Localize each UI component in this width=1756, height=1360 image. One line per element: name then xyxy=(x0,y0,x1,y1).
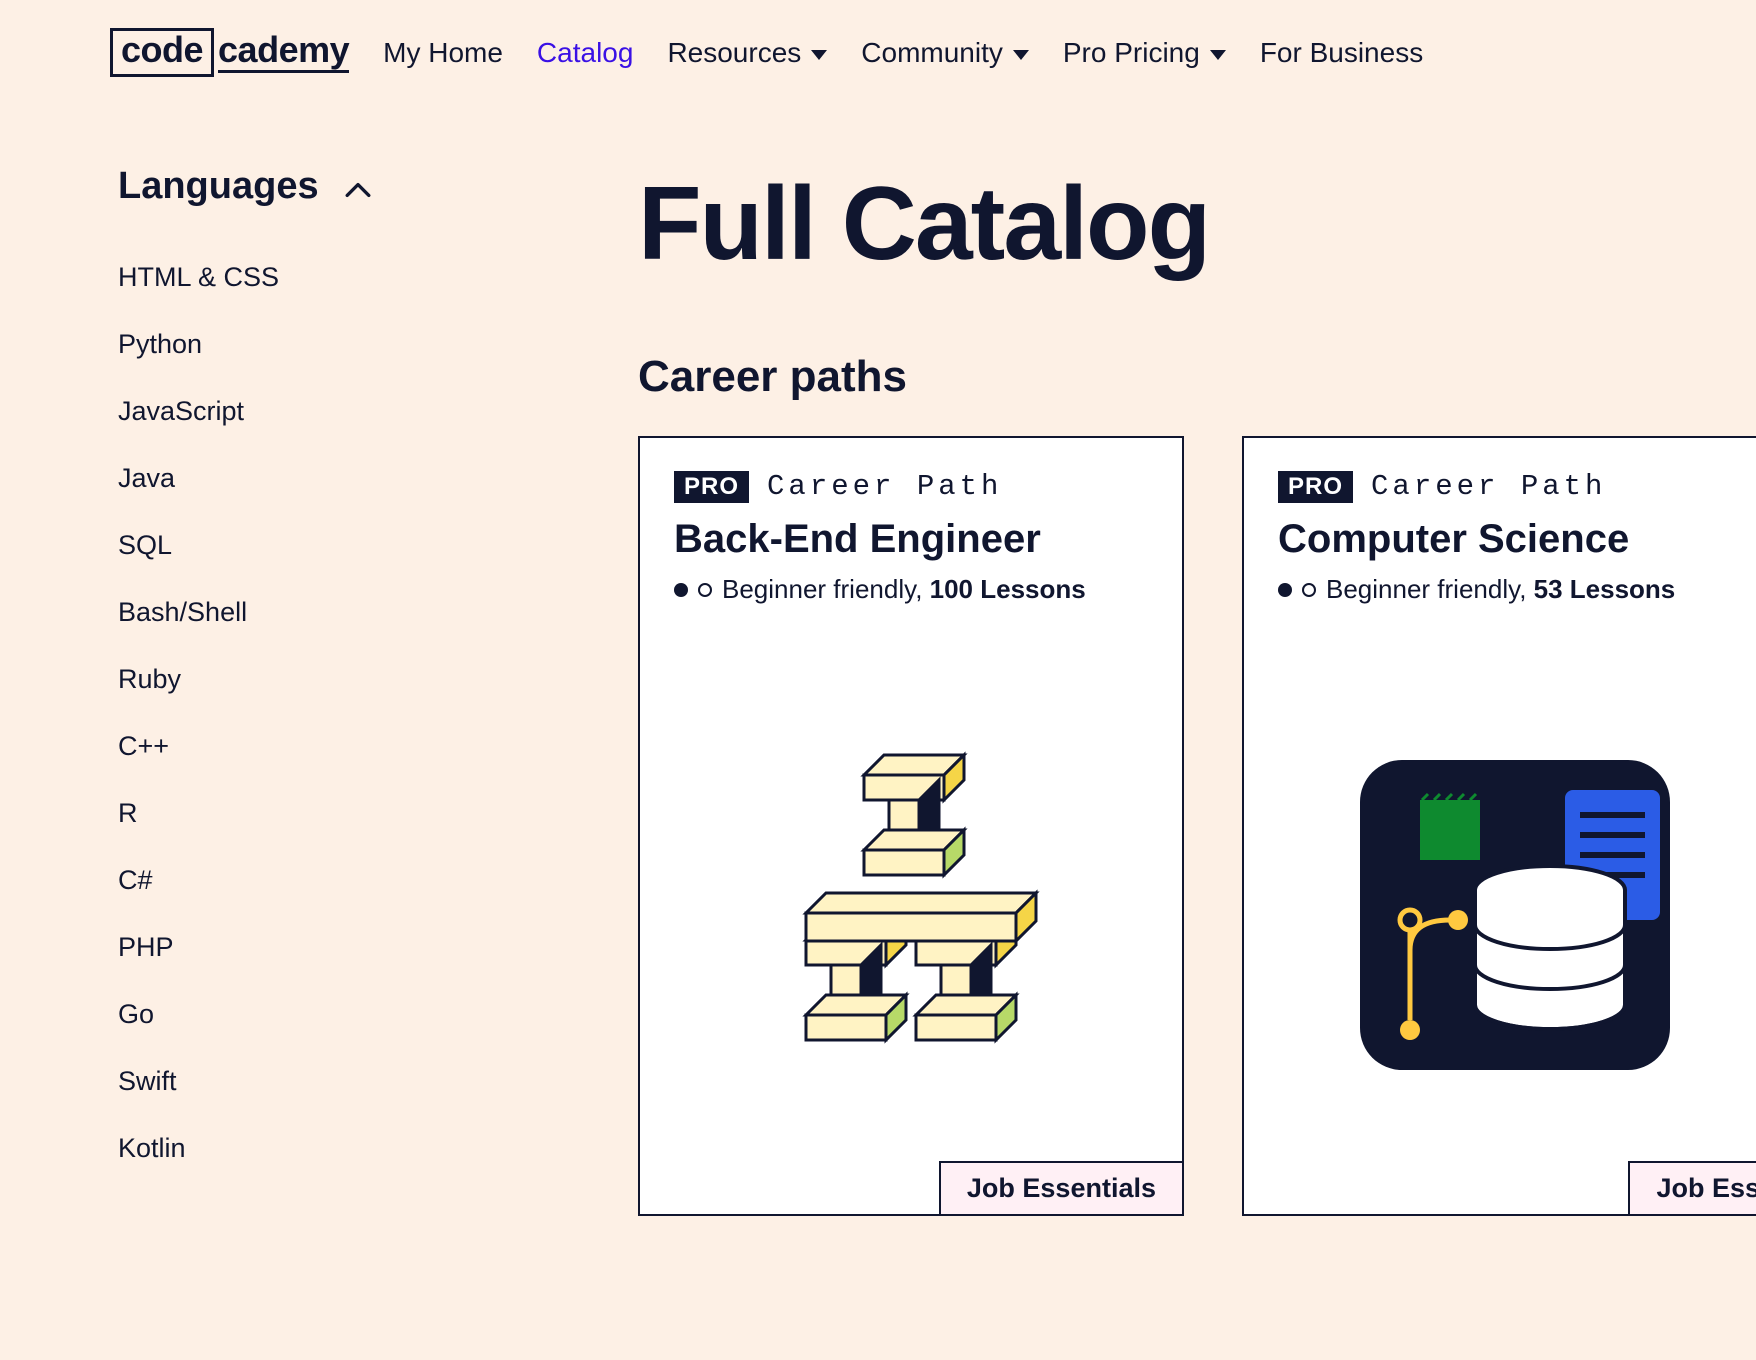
chevron-up-icon xyxy=(345,176,371,198)
sidebar-item-sql[interactable]: SQL xyxy=(118,512,438,579)
sidebar-item-label: Bash/Shell xyxy=(118,597,247,627)
sidebar-item-php[interactable]: PHP xyxy=(118,914,438,981)
sidebar-item-label: Ruby xyxy=(118,664,181,694)
card-illustration xyxy=(1244,605,1756,1214)
sidebar-item-label: Kotlin xyxy=(118,1133,186,1163)
sidebar: Languages HTML & CSS Python JavaScript J… xyxy=(118,165,438,1216)
i-beam-stack-icon xyxy=(756,745,1066,1085)
page-layout: Languages HTML & CSS Python JavaScript J… xyxy=(0,105,1756,1216)
nav-catalog[interactable]: Catalog xyxy=(537,37,634,69)
sidebar-item-html-css[interactable]: HTML & CSS xyxy=(118,244,438,311)
sidebar-item-label: PHP xyxy=(118,932,174,962)
logo-code: code xyxy=(110,28,214,77)
nav-my-home[interactable]: My Home xyxy=(383,37,503,69)
difficulty-dot-open-icon xyxy=(698,583,712,597)
nav-label: Pro Pricing xyxy=(1063,37,1200,69)
nav-pro-pricing[interactable]: Pro Pricing xyxy=(1063,37,1226,69)
card-title: Back-End Engineer xyxy=(674,517,1148,562)
card-type-row: PRO Career Path xyxy=(674,470,1148,503)
card-type-label: Career Path xyxy=(767,470,1002,503)
card-footer-badge: Job Ess xyxy=(1628,1161,1756,1214)
sidebar-item-go[interactable]: Go xyxy=(118,981,438,1048)
sidebar-item-cpp[interactable]: C++ xyxy=(118,713,438,780)
nav-label: For Business xyxy=(1260,37,1423,69)
logo[interactable]: code cademy xyxy=(110,28,349,77)
logo-cademy: cademy xyxy=(218,32,349,73)
sidebar-item-ruby[interactable]: Ruby xyxy=(118,646,438,713)
card-meta: Beginner friendly, 53 Lessons xyxy=(1278,574,1752,605)
card-footer-badge: Job Essentials xyxy=(939,1161,1182,1214)
card-type-row: PRO Career Path xyxy=(1278,470,1752,503)
card-header: PRO Career Path Computer Science Beginne… xyxy=(1244,438,1756,605)
sidebar-item-kotlin[interactable]: Kotlin xyxy=(118,1115,438,1182)
career-path-cards: PRO Career Path Back-End Engineer Beginn… xyxy=(638,436,1756,1216)
career-path-card-computer-science[interactable]: PRO Career Path Computer Science Beginne… xyxy=(1242,436,1756,1216)
difficulty-dot-open-icon xyxy=(1302,583,1316,597)
sidebar-item-swift[interactable]: Swift xyxy=(118,1048,438,1115)
section-title: Career paths xyxy=(638,352,1756,402)
card-lessons: 53 Lessons xyxy=(1534,574,1676,604)
sidebar-languages-toggle[interactable]: Languages xyxy=(118,165,438,208)
sidebar-item-label: Go xyxy=(118,999,154,1029)
card-meta: Beginner friendly, 100 Lessons xyxy=(674,574,1148,605)
pro-badge: PRO xyxy=(674,471,749,503)
nav-label: Community xyxy=(861,37,1003,69)
nav-label: Catalog xyxy=(537,37,634,69)
nav-label: My Home xyxy=(383,37,503,69)
sidebar-item-java[interactable]: Java xyxy=(118,445,438,512)
sidebar-item-label: C++ xyxy=(118,731,169,761)
primary-nav: My Home Catalog Resources Community Pro … xyxy=(383,37,1423,69)
sidebar-item-label: Swift xyxy=(118,1066,177,1096)
career-path-card-backend[interactable]: PRO Career Path Back-End Engineer Beginn… xyxy=(638,436,1184,1216)
pro-badge: PRO xyxy=(1278,471,1353,503)
computer-science-icon xyxy=(1350,750,1680,1080)
page-title: Full Catalog xyxy=(638,165,1756,284)
chevron-down-icon xyxy=(1013,50,1029,60)
chevron-down-icon xyxy=(811,50,827,60)
card-difficulty: Beginner friendly, 100 Lessons xyxy=(722,574,1086,605)
card-header: PRO Career Path Back-End Engineer Beginn… xyxy=(640,438,1182,605)
sidebar-item-r[interactable]: R xyxy=(118,780,438,847)
card-type-label: Career Path xyxy=(1371,470,1606,503)
sidebar-item-label: JavaScript xyxy=(118,396,244,426)
nav-label: Resources xyxy=(667,37,801,69)
sidebar-item-python[interactable]: Python xyxy=(118,311,438,378)
sidebar-language-list: HTML & CSS Python JavaScript Java SQL Ba… xyxy=(118,244,438,1182)
card-illustration xyxy=(640,605,1182,1214)
sidebar-item-label: Java xyxy=(118,463,175,493)
nav-resources[interactable]: Resources xyxy=(667,37,827,69)
sidebar-item-javascript[interactable]: JavaScript xyxy=(118,378,438,445)
nav-community[interactable]: Community xyxy=(861,37,1029,69)
chevron-down-icon xyxy=(1210,50,1226,60)
difficulty-dot-filled-icon xyxy=(674,583,688,597)
sidebar-item-bash[interactable]: Bash/Shell xyxy=(118,579,438,646)
sidebar-item-label: SQL xyxy=(118,530,172,560)
main-header: code cademy My Home Catalog Resources Co… xyxy=(0,0,1756,105)
sidebar-item-csharp[interactable]: C# xyxy=(118,847,438,914)
difficulty-dot-filled-icon xyxy=(1278,583,1292,597)
sidebar-item-label: C# xyxy=(118,865,153,895)
main-content: Full Catalog Career paths PRO Career Pat… xyxy=(638,165,1756,1216)
sidebar-item-label: R xyxy=(118,798,138,828)
card-lessons: 100 Lessons xyxy=(930,574,1086,604)
card-difficulty: Beginner friendly, 53 Lessons xyxy=(1326,574,1675,605)
card-title: Computer Science xyxy=(1278,517,1752,562)
sidebar-title: Languages xyxy=(118,165,319,208)
nav-for-business[interactable]: For Business xyxy=(1260,37,1423,69)
sidebar-item-label: HTML & CSS xyxy=(118,262,279,292)
sidebar-item-label: Python xyxy=(118,329,202,359)
